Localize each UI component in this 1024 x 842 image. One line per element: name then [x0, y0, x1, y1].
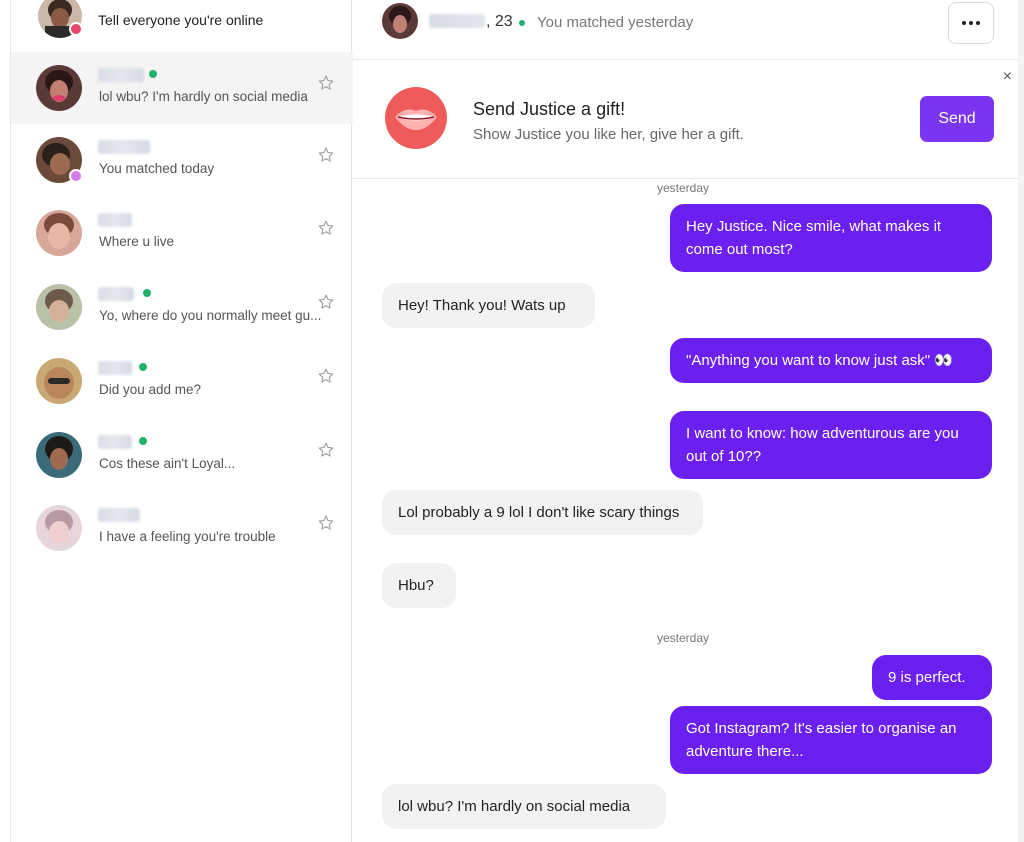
more-options-button[interactable] — [948, 2, 994, 44]
online-dot-icon — [139, 363, 147, 371]
more-icon — [962, 21, 966, 25]
contact-name-redacted — [98, 68, 144, 82]
matched-status: You matched yesterday — [537, 14, 694, 31]
outgoing-message: I want to know: how adventurous are you … — [670, 411, 992, 479]
star-icon[interactable] — [317, 514, 335, 532]
date-separator: yesterday — [657, 631, 710, 645]
online-prompt-text: Tell everyone you're online — [98, 12, 264, 28]
contact-name-redacted — [98, 361, 132, 375]
contact-preview: Did you add me? — [99, 382, 202, 397]
outgoing-message: Hey Justice. Nice smile, what makes it c… — [670, 204, 992, 272]
star-icon[interactable] — [317, 441, 335, 459]
incoming-message: Hey! Thank you! Wats up — [382, 283, 595, 328]
incoming-message: lol wbu? I'm hardly on social media — [382, 784, 666, 829]
contact-name-redacted — [98, 213, 132, 227]
online-status-row[interactable]: Tell everyone you're online — [11, 0, 353, 48]
star-icon[interactable] — [317, 146, 335, 164]
contact-avatar — [36, 284, 82, 330]
incoming-message: Hbu? — [382, 563, 456, 608]
incoming-message: Lol probably a 9 lol I don't like scary … — [382, 490, 703, 535]
more-icon — [969, 21, 973, 25]
contact-row[interactable]: Yo, where do you normally meet gu... — [11, 271, 353, 343]
gift-banner: × Send Justice a gift! Show Justice you … — [353, 61, 1024, 179]
contact-row[interactable]: lol wbu? I'm hardly on social media — [11, 52, 353, 124]
contact-name-redacted — [98, 435, 132, 449]
online-dot-icon — [143, 289, 151, 297]
chat-age: , 23 — [486, 13, 513, 30]
my-avatar — [37, 0, 83, 40]
contact-preview: Yo, where do you normally meet gu... — [99, 308, 322, 323]
online-dot-icon — [149, 70, 157, 78]
chat-header: , 23 You matched yesterday — [353, 0, 1024, 60]
status-badge — [69, 22, 83, 36]
outgoing-message: Got Instagram? It's easier to organise a… — [670, 706, 992, 774]
contact-preview: lol wbu? I'm hardly on social media — [99, 89, 308, 104]
contact-avatar — [36, 65, 82, 111]
contact-avatar — [36, 210, 82, 256]
contact-avatar — [36, 505, 82, 551]
chat-panel: , 23 You matched yesterday × Send Justic… — [353, 0, 1024, 842]
star-icon[interactable] — [317, 74, 335, 92]
contact-name-redacted — [98, 140, 150, 154]
star-icon[interactable] — [317, 219, 335, 237]
contact-row[interactable]: Did you add me? — [11, 345, 353, 417]
contact-avatar — [36, 137, 83, 183]
star-icon[interactable] — [317, 367, 335, 385]
chat-name-redacted — [429, 14, 485, 28]
gift-subtitle: Show Justice you like her, give her a gi… — [473, 126, 744, 143]
contact-preview: Cos these ain't Loyal... — [99, 456, 236, 471]
conversation-sidebar: Tell everyone you're online lol wbu? I'm… — [10, 0, 353, 842]
contact-name-redacted — [98, 287, 134, 301]
contact-preview: You matched today — [99, 161, 215, 176]
online-dot-icon — [519, 20, 525, 26]
contact-row[interactable]: You matched today — [11, 124, 353, 196]
close-icon[interactable]: × — [1003, 68, 1012, 86]
date-separator: yesterday — [657, 181, 710, 195]
online-dot-icon — [139, 437, 147, 445]
contact-avatar — [36, 432, 82, 478]
outgoing-message: "Anything you want to know just ask" 👀 — [670, 338, 992, 383]
contact-preview: Where u live — [99, 234, 175, 249]
more-icon — [976, 21, 980, 25]
contact-name-redacted — [98, 508, 140, 522]
window-edge — [1018, 0, 1024, 842]
outgoing-message: 9 is perfect. — [872, 655, 992, 700]
contact-row[interactable]: Where u live — [11, 197, 353, 269]
contact-row[interactable]: Cos these ain't Loyal... — [11, 419, 353, 491]
contact-row[interactable]: I have a feeling you're trouble — [11, 492, 353, 564]
contact-avatar — [36, 358, 82, 404]
gift-title: Send Justice a gift! — [473, 99, 626, 119]
chat-avatar[interactable] — [382, 3, 418, 39]
lips-icon — [385, 87, 447, 149]
star-icon[interactable] — [317, 293, 335, 311]
match-badge — [69, 169, 83, 183]
send-gift-button[interactable]: Send — [920, 96, 994, 142]
contact-preview: I have a feeling you're trouble — [99, 529, 276, 544]
